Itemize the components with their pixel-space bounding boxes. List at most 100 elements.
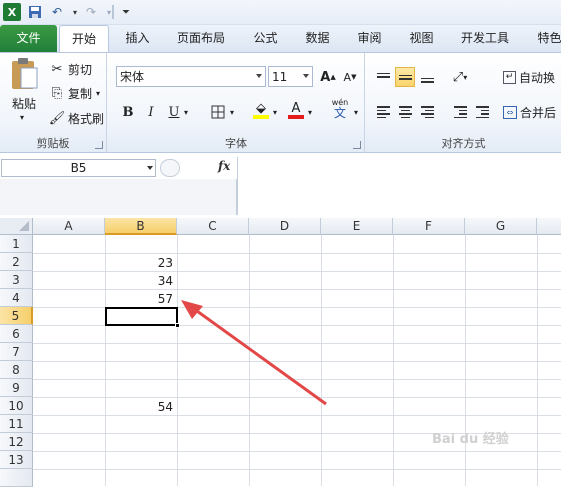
gridline [33, 361, 561, 362]
active-cell-b5[interactable] [105, 307, 178, 326]
tab-review[interactable]: 审阅 [347, 25, 392, 52]
redo-icon[interactable]: ↷ [82, 3, 100, 21]
align-top-button[interactable] [373, 67, 393, 87]
column-header-d[interactable]: D [249, 218, 321, 235]
font-color-icon: A [291, 100, 301, 116]
cell-b2[interactable]: 23 [106, 254, 176, 272]
gridline [33, 343, 561, 344]
name-box-dropdown-icon[interactable] [147, 166, 153, 170]
row-header-8[interactable]: 8 [0, 361, 33, 379]
tab-page-layout[interactable]: 页面布局 [168, 25, 234, 52]
row-header-5[interactable]: 5 [0, 307, 33, 325]
tab-home[interactable]: 开始 [59, 25, 109, 53]
underline-dropdown-icon[interactable]: ▾ [181, 102, 191, 122]
align-center-button[interactable] [395, 102, 415, 122]
cell-b4[interactable]: 57 [106, 290, 176, 308]
gridline [33, 451, 561, 452]
row-header-14[interactable] [0, 469, 33, 487]
increase-indent-button[interactable] [472, 102, 492, 122]
border-dropdown-icon[interactable]: ▾ [227, 102, 237, 122]
bold-button[interactable]: B [118, 102, 138, 122]
cell-b3[interactable]: 34 [106, 272, 176, 290]
wrap-text-icon: ↵ [503, 70, 516, 84]
copy-button[interactable]: ⎘ 复制 ▾ [49, 83, 100, 103]
align-left-button[interactable] [373, 102, 393, 122]
font-color-dropdown-icon[interactable]: ▾ [305, 102, 315, 122]
shrink-font-button[interactable]: A ▼ [340, 67, 360, 87]
orientation-button[interactable]: ⤢ ▾ [450, 67, 470, 87]
column-header-b[interactable]: B [105, 218, 177, 235]
align-right-button[interactable] [417, 102, 437, 122]
tab-view[interactable]: 视图 [399, 25, 444, 52]
column-header-f[interactable]: F [393, 218, 465, 235]
row-header-2[interactable]: 2 [0, 253, 33, 271]
row-header-4[interactable]: 4 [0, 289, 33, 307]
align-right-icon [420, 106, 434, 118]
column-header-a[interactable]: A [33, 218, 105, 235]
font-color-swatch [288, 114, 304, 119]
align-bottom-icon [420, 77, 434, 83]
tab-file[interactable]: 文件 [0, 25, 57, 52]
undo-icon[interactable]: ↶ [48, 3, 66, 21]
brush-icon: 🖌 [48, 110, 66, 126]
align-left-icon [376, 106, 390, 118]
tab-formulas[interactable]: 公式 [243, 25, 288, 52]
row-header-13[interactable]: 13 [0, 451, 33, 469]
merge-label: 合并后 [520, 105, 557, 120]
tab-insert[interactable]: 插入 [115, 25, 160, 52]
tab-developer[interactable]: 开发工具 [452, 25, 518, 52]
row-header-3[interactable]: 3 [0, 271, 33, 289]
name-box[interactable]: B5 [1, 159, 156, 177]
clipboard-launcher-icon[interactable] [95, 141, 103, 149]
redo-dropdown-icon[interactable]: ▾ [100, 3, 118, 21]
grow-font-button[interactable]: A ▲ [318, 67, 338, 87]
column-header-e[interactable]: E [321, 218, 393, 235]
phonetic-icon: 文 [333, 106, 346, 120]
font-launcher-icon[interactable] [353, 141, 361, 149]
row-header-12[interactable]: 12 [0, 433, 33, 451]
fill-color-swatch [253, 114, 269, 119]
fill-color-dropdown-icon[interactable]: ▾ [270, 102, 280, 122]
qat-separator [112, 5, 114, 19]
row-header-10[interactable]: 10 [0, 397, 33, 415]
insert-function-button[interactable]: fx [218, 159, 230, 173]
decrease-indent-button[interactable] [450, 102, 470, 122]
row-header-7[interactable]: 7 [0, 343, 33, 361]
tab-data[interactable]: 数据 [295, 25, 340, 52]
align-bottom-button[interactable] [417, 67, 437, 87]
customize-icon[interactable]: ⏷ [117, 3, 135, 21]
italic-button[interactable]: I [141, 102, 161, 122]
font-color-button[interactable]: A [286, 100, 306, 120]
row-header-1[interactable]: 1 [0, 235, 33, 253]
format-painter-button[interactable]: 🖌 格式刷 [49, 108, 104, 128]
font-name-select[interactable]: 宋体 [116, 66, 266, 87]
paste-button[interactable]: 粘贴 ▾ [6, 57, 42, 123]
fill-handle[interactable] [175, 323, 180, 328]
border-button[interactable] [208, 102, 228, 122]
column-header-h[interactable] [537, 218, 561, 235]
phonetic-dropdown-icon[interactable]: ▾ [351, 102, 361, 122]
cut-button[interactable]: ✂ 剪切 [49, 59, 92, 79]
column-header-g[interactable]: G [465, 218, 537, 235]
cell-b10[interactable]: 54 [106, 398, 176, 416]
fill-color-button[interactable]: ⬙ [251, 100, 271, 120]
merge-center-button[interactable]: ⇔ 合并后 [503, 102, 556, 122]
formula-bar-resize-handle[interactable] [160, 159, 180, 177]
scissors-icon: ✂ [51, 61, 63, 77]
formula-input[interactable] [237, 157, 561, 215]
shrink-font-icon: A [343, 70, 352, 84]
select-all-corner[interactable] [0, 218, 33, 235]
save-icon[interactable] [26, 3, 44, 21]
font-size-select[interactable]: 11 [268, 66, 313, 87]
align-middle-button[interactable] [395, 67, 415, 87]
phonetic-button[interactable]: wén 文 [327, 98, 353, 120]
column-header-c[interactable]: C [177, 218, 249, 235]
row-header-11[interactable]: 11 [0, 415, 33, 433]
excel-icon[interactable]: X [3, 3, 21, 21]
row-header-9[interactable]: 9 [0, 379, 33, 397]
wrap-text-button[interactable]: ↵ 自动换 [503, 67, 555, 87]
cut-label: 剪切 [68, 62, 93, 77]
font-group-label: 字体 [225, 137, 247, 150]
tab-featured[interactable]: 特色 [527, 25, 561, 52]
row-header-6[interactable]: 6 [0, 325, 33, 343]
